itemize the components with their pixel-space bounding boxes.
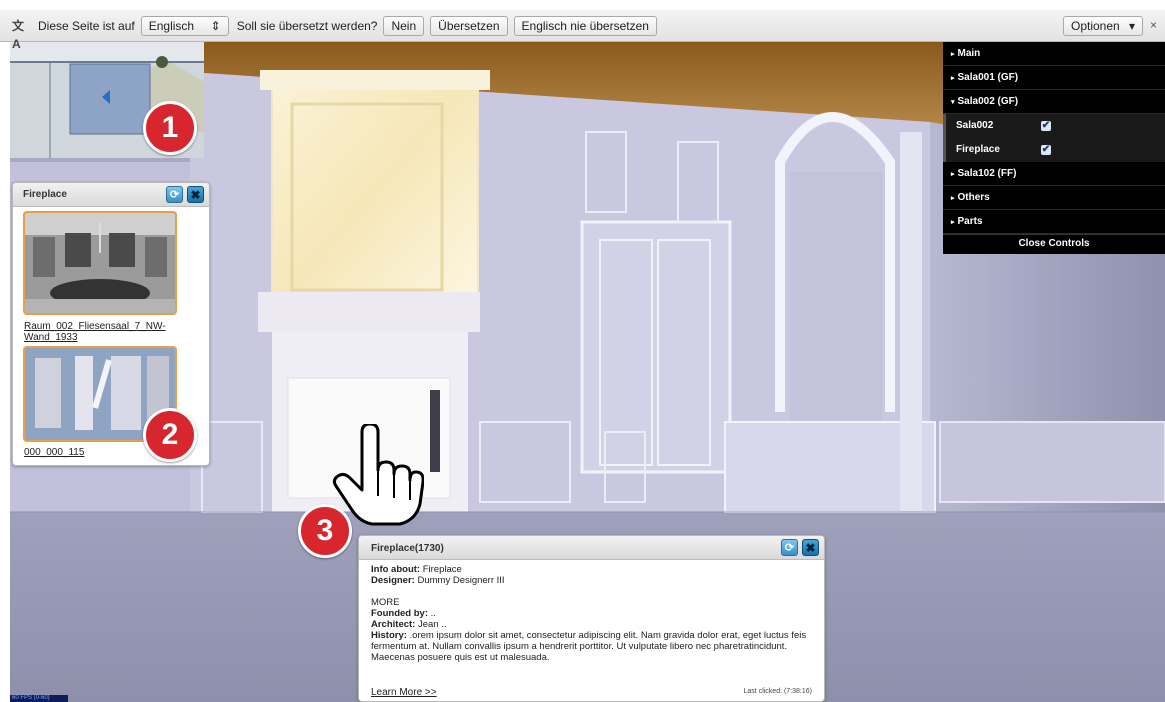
architect-value: Jean .. (417, 619, 447, 630)
controls-folder-label: Parts (957, 216, 983, 227)
learn-more-link[interactable]: Learn More >> (371, 687, 437, 698)
thumbnail-link-line2: Wand_1933 (24, 332, 78, 343)
triangle-right-icon: ▸ (951, 195, 955, 202)
controls-item-label: Sala002 (956, 120, 994, 131)
history-label: History: (371, 630, 407, 641)
founded-label: Founded by: (371, 608, 428, 619)
controls-item-label: Fireplace (956, 144, 1000, 155)
language-select-value: Englisch (148, 18, 195, 33)
controls-folder-label: Sala002 (GF) (957, 96, 1019, 107)
controls-folder-parts[interactable]: ▸ Parts (943, 210, 1165, 234)
fps-counter: 60 FPS (0-60) (10, 695, 68, 702)
options-label: Optionen (1071, 19, 1120, 33)
controls-folder-label: Sala102 (FF) (957, 168, 1017, 179)
panel-header: Fireplace(1730) ⟳ ✖ (359, 536, 824, 560)
founded-value: .. (430, 608, 436, 619)
thumbnail-link[interactable]: 000_000_115 (24, 447, 84, 458)
translate-button[interactable]: Übersetzen (430, 15, 508, 36)
triangle-down-icon: ▾ (951, 99, 955, 106)
marker-2: 2 (143, 408, 197, 462)
thumbnail-link[interactable]: Raum_002_Fliesensaal_7_NW- Wand_1933 (24, 321, 166, 343)
photo-thumbnail[interactable] (23, 211, 177, 315)
no-button[interactable]: Nein (383, 15, 425, 36)
checkbox-checked[interactable]: ✔ (1041, 121, 1051, 131)
language-select[interactable]: Englisch ⇕ (140, 15, 229, 36)
controls-folder-sala102[interactable]: ▸ Sala102 (FF) (943, 162, 1165, 186)
controls-folder-others[interactable]: ▸ Others (943, 186, 1165, 210)
last-clicked-text: Last clicked: (7:38:16) (743, 688, 812, 695)
info-about-label: Info about: (371, 564, 421, 575)
translate-icon: 文A (12, 18, 25, 51)
controls-item-sala002[interactable]: Sala002 ✔ (943, 114, 1165, 138)
triangle-right-icon: ▸ (951, 219, 955, 226)
panel-header: Fireplace ⟳ ✖ (13, 183, 209, 207)
refresh-icon[interactable]: ⟳ (781, 539, 798, 556)
info-body: Info about: Fireplace Designer: Dummy De… (371, 564, 816, 663)
history-value: .orem ipsum dolor sit amet, consectetur … (371, 630, 807, 663)
controls-item-fireplace[interactable]: Fireplace ✔ (943, 138, 1165, 162)
controls-folder-label: Main (957, 48, 981, 59)
chevron-down-icon: ▾ (1128, 19, 1135, 33)
layer-controls: ▸ Main ▸ Sala001 (GF) ▾ Sala002 (GF) Sala00… (943, 42, 1165, 254)
close-icon[interactable]: × (1150, 18, 1157, 32)
marker-1: 1 (143, 101, 197, 155)
more-heading: MORE (371, 597, 400, 608)
checkbox-checked[interactable]: ✔ (1041, 145, 1051, 155)
refresh-icon[interactable]: ⟳ (166, 186, 183, 203)
triangle-right-icon: ▸ (951, 51, 955, 58)
close-controls-button[interactable]: Close Controls (943, 234, 1165, 252)
info-about-value: Fireplace (422, 564, 462, 575)
designer-label: Designer: (371, 575, 415, 586)
controls-folder-main[interactable]: ▸ Main (943, 42, 1165, 66)
thumbnail-link-line1: Raum_002_Fliesensaal_7_NW- (24, 321, 166, 332)
architect-label: Architect: (371, 619, 416, 630)
triangle-right-icon: ▸ (951, 171, 955, 178)
controls-folder-sala002[interactable]: ▾ Sala002 (GF) (943, 90, 1165, 114)
panel-title: Fireplace(1730) (371, 543, 444, 554)
translate-question: Soll sie übersetzt werden? (236, 18, 378, 33)
never-translate-button[interactable]: Englisch nie übersetzen (513, 15, 657, 36)
triangle-right-icon: ▸ (951, 75, 955, 82)
close-icon[interactable]: ✖ (187, 186, 204, 203)
controls-folder-sala001[interactable]: ▸ Sala001 (GF) (943, 66, 1165, 90)
translate-prefix: Diese Seite ist auf (38, 18, 135, 33)
panel-title: Fireplace (23, 189, 67, 200)
hand-cursor-icon (332, 424, 424, 526)
translate-bar: 文A Diese Seite ist auf Englisch ⇕ Soll s… (0, 10, 1165, 51)
select-arrows-icon: ⇕ (210, 18, 221, 33)
controls-folder-label: Sala001 (GF) (957, 72, 1019, 83)
info-panel: Fireplace(1730) ⟳ ✖ Info about: Fireplac… (358, 535, 825, 702)
controls-folder-label: Others (957, 192, 990, 203)
close-icon[interactable]: ✖ (802, 539, 819, 556)
options-dropdown[interactable]: Optionen ▾ (1063, 16, 1143, 36)
designer-value: Dummy Designerr III (417, 575, 505, 586)
